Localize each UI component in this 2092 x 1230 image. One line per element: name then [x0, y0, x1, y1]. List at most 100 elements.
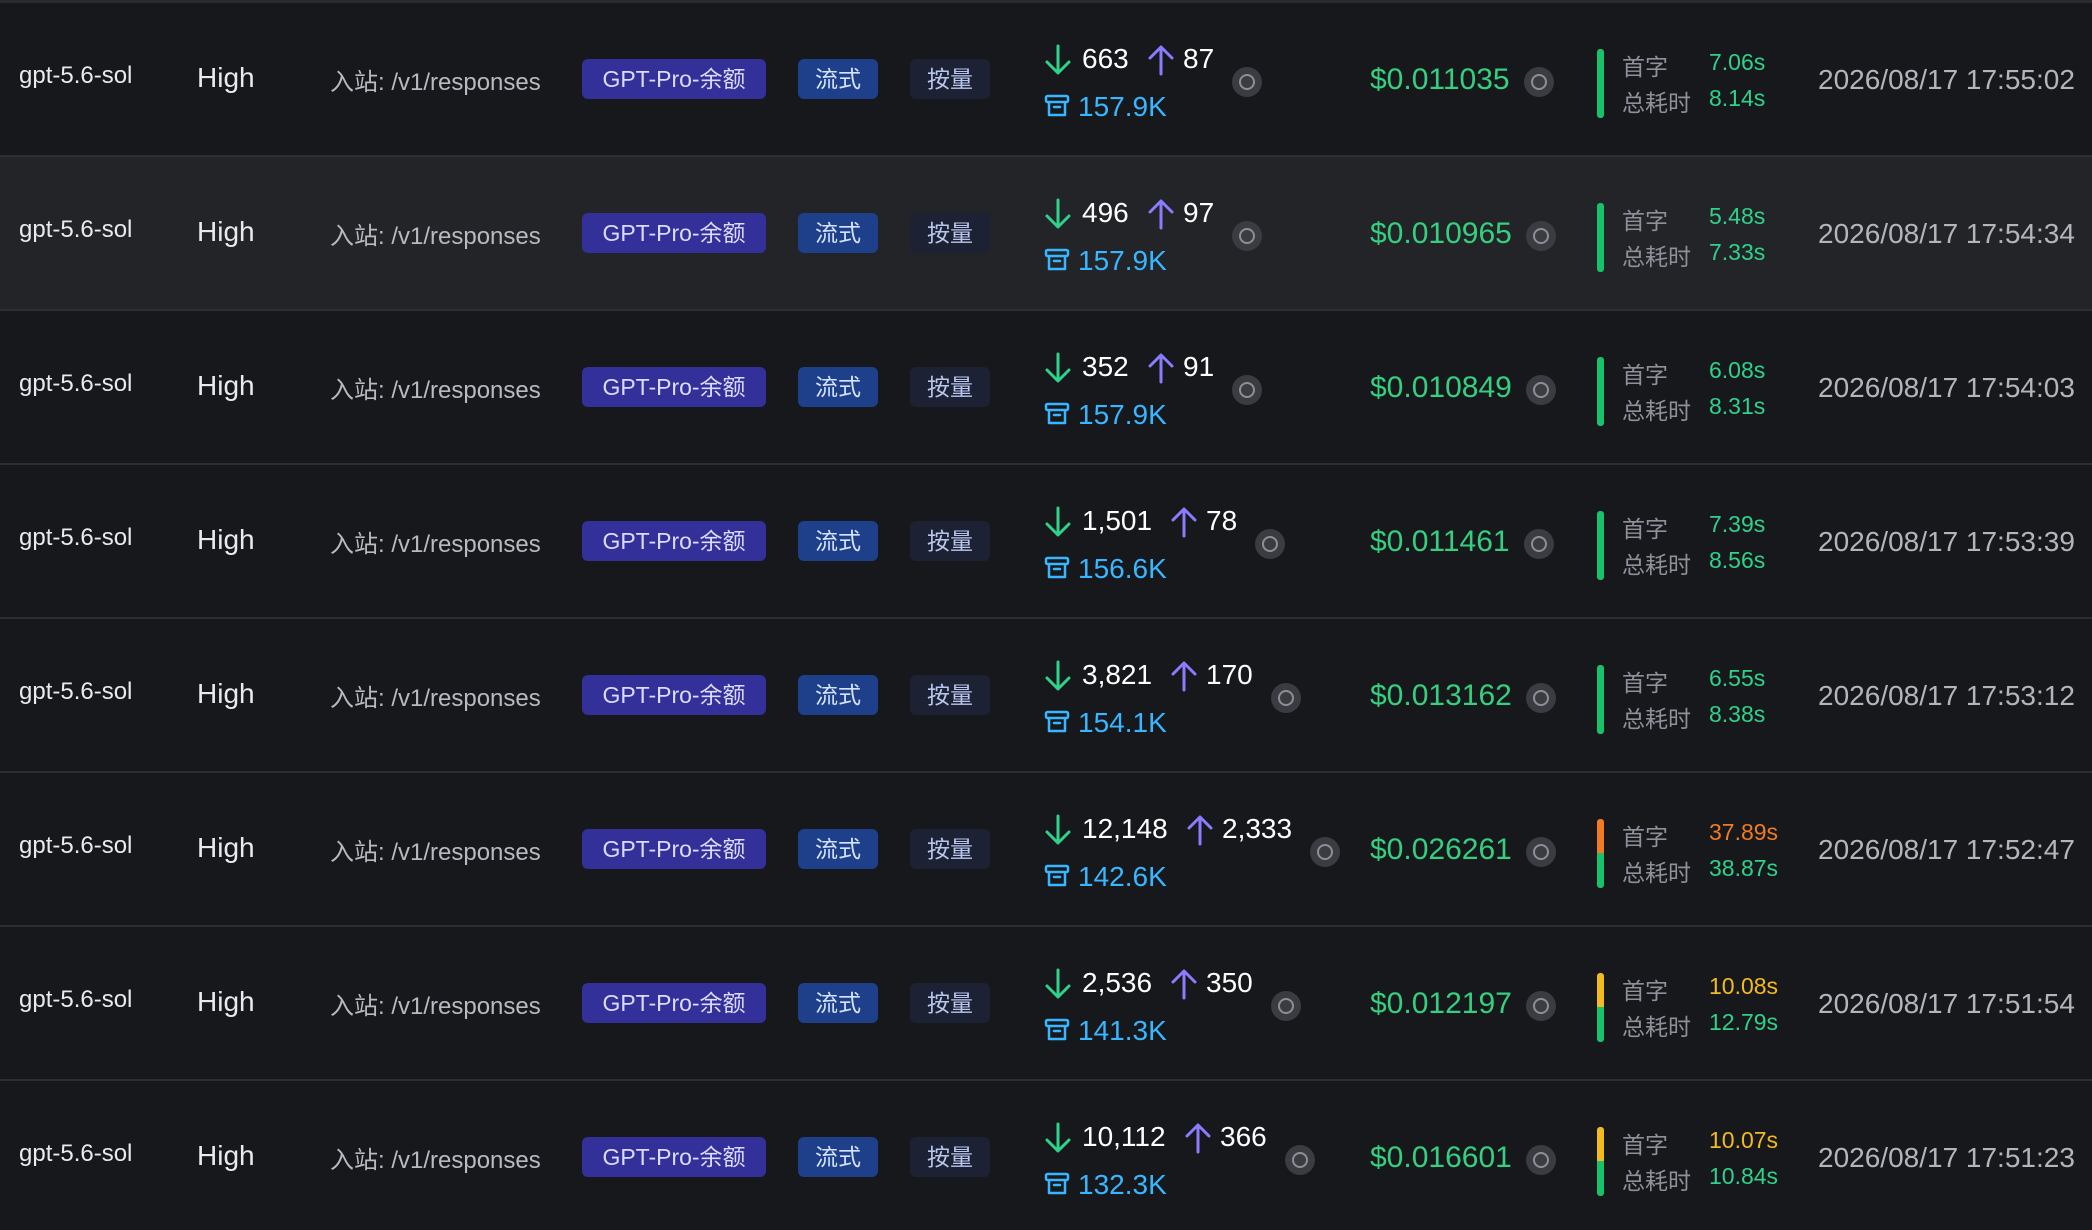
latency-indicator-total [1597, 699, 1604, 734]
timestamp: 2026/08/17 17:55:02 [1818, 64, 2075, 95]
inbound-route: 入站: /v1/responses [330, 531, 541, 558]
cache-tokens: 157.9K [1078, 91, 1167, 122]
info-icon[interactable] [1526, 991, 1556, 1021]
timestamp: 2026/08/17 17:51:54 [1818, 988, 2075, 1019]
timestamp: 2026/08/17 17:52:47 [1818, 834, 2075, 865]
info-icon[interactable] [1526, 683, 1556, 713]
latency-indicator-total [1597, 83, 1604, 118]
first-token-label: 首字 [1622, 208, 1668, 234]
first-token-label: 首字 [1622, 824, 1668, 850]
first-token-value: 10.08s [1709, 973, 1779, 999]
first-token-label: 首字 [1622, 54, 1668, 80]
first-token-label: 首字 [1622, 362, 1668, 388]
cache-tokens: 142.6K [1078, 861, 1167, 892]
timestamp: 2026/08/17 17:53:39 [1818, 526, 2075, 557]
billing-tag: 按量 [910, 1137, 990, 1177]
cost-value: $0.012197 [1370, 987, 1512, 1020]
table-row[interactable]: gpt-5.6-sol High 入站: /v1/responses GPT-P… [0, 465, 2092, 619]
arrow-up-icon [1171, 507, 1197, 538]
info-icon[interactable] [1271, 991, 1301, 1021]
reasoning-effort: High [197, 524, 255, 555]
total-time-label: 总耗时 [1622, 398, 1691, 424]
total-time-label: 总耗时 [1622, 860, 1691, 886]
table-row[interactable]: gpt-5.6-sol High 入站: /v1/responses GPT-P… [0, 311, 2092, 465]
arrow-down-icon [1045, 44, 1071, 75]
timestamp: 2026/08/17 17:54:34 [1818, 218, 2075, 249]
latency-indicator-first [1597, 819, 1604, 853]
info-icon[interactable] [1232, 375, 1262, 405]
latency-indicator-first [1597, 665, 1604, 699]
info-icon[interactable] [1232, 67, 1262, 97]
reasoning-effort: High [197, 216, 255, 247]
first-token-value: 6.55s [1709, 665, 1766, 691]
group-tag: GPT-Pro-余额 [582, 983, 766, 1023]
inbound-route: 入站: /v1/responses [330, 69, 541, 96]
arrow-down-icon [1045, 968, 1071, 999]
model-name: gpt-5.6-sol [19, 524, 133, 551]
reasoning-effort: High [197, 832, 255, 863]
cache-tokens: 157.9K [1078, 399, 1167, 430]
group-tag: GPT-Pro-余额 [582, 829, 766, 869]
stream-tag: 流式 [798, 1137, 878, 1177]
info-icon[interactable] [1526, 1145, 1556, 1175]
cost-value: $0.011035 [1370, 63, 1510, 96]
group-tag: GPT-Pro-余额 [582, 675, 766, 715]
group-tag: GPT-Pro-余额 [582, 1137, 766, 1177]
cost-value: $0.013162 [1370, 679, 1512, 712]
group-tag: GPT-Pro-余额 [582, 213, 766, 253]
cost-value: $0.016601 [1370, 1141, 1512, 1174]
billing-tag: 按量 [910, 983, 990, 1023]
table-row[interactable]: gpt-5.6-sol High 入站: /v1/responses GPT-P… [0, 157, 2092, 311]
table-row[interactable]: gpt-5.6-sol High 入站: /v1/responses GPT-P… [0, 1081, 2092, 1230]
total-time-value: 7.33s [1709, 239, 1766, 265]
total-time-label: 总耗时 [1622, 90, 1691, 116]
cache-box-icon [1044, 710, 1070, 733]
first-token-value: 5.48s [1709, 203, 1766, 229]
info-icon[interactable] [1271, 683, 1301, 713]
table-row[interactable]: gpt-5.6-sol High 入站: /v1/responses GPT-P… [0, 773, 2092, 927]
input-tokens: 3,821 [1082, 659, 1153, 690]
cache-tokens: 154.1K [1078, 707, 1167, 738]
first-token-label: 首字 [1622, 1132, 1668, 1158]
info-icon[interactable] [1255, 529, 1285, 559]
arrow-up-icon [1148, 353, 1174, 384]
cache-box-icon [1044, 402, 1070, 425]
model-name: gpt-5.6-sol [19, 986, 133, 1013]
info-icon[interactable] [1310, 837, 1340, 867]
info-icon[interactable] [1232, 221, 1262, 251]
latency-indicator-first [1597, 49, 1604, 83]
output-tokens: 97 [1183, 197, 1215, 228]
total-time-label: 总耗时 [1622, 706, 1691, 732]
billing-tag: 按量 [910, 59, 990, 99]
info-icon[interactable] [1285, 1145, 1315, 1175]
input-tokens: 2,536 [1082, 967, 1153, 998]
info-icon[interactable] [1524, 67, 1554, 97]
arrow-down-icon [1045, 660, 1071, 691]
info-icon[interactable] [1526, 221, 1556, 251]
info-icon[interactable] [1526, 375, 1556, 405]
arrow-down-icon [1045, 352, 1071, 383]
table-row[interactable]: gpt-5.6-sol High 入站: /v1/responses GPT-P… [0, 927, 2092, 1081]
cache-box-icon [1044, 248, 1070, 271]
info-icon[interactable] [1526, 837, 1556, 867]
reasoning-effort: High [197, 1140, 255, 1171]
total-time-value: 8.56s [1709, 547, 1766, 573]
model-name: gpt-5.6-sol [19, 678, 133, 705]
first-token-label: 首字 [1622, 670, 1668, 696]
info-icon[interactable] [1524, 529, 1554, 559]
cache-tokens: 141.3K [1078, 1015, 1167, 1046]
input-tokens: 496 [1082, 197, 1129, 228]
total-time-value: 8.14s [1709, 85, 1766, 111]
table-row[interactable]: gpt-5.6-sol High 入站: /v1/responses GPT-P… [0, 3, 2092, 157]
cache-tokens: 157.9K [1078, 245, 1167, 276]
arrow-up-icon [1148, 199, 1174, 230]
table-row[interactable]: gpt-5.6-sol High 入站: /v1/responses GPT-P… [0, 619, 2092, 773]
output-tokens: 78 [1206, 505, 1238, 536]
group-tag: GPT-Pro-余额 [582, 521, 766, 561]
stream-tag: 流式 [798, 829, 878, 869]
cache-box-icon [1044, 94, 1070, 117]
inbound-route: 入站: /v1/responses [330, 839, 541, 866]
output-tokens: 366 [1220, 1121, 1267, 1152]
latency-indicator-first [1597, 357, 1604, 391]
total-time-label: 总耗时 [1622, 244, 1691, 270]
